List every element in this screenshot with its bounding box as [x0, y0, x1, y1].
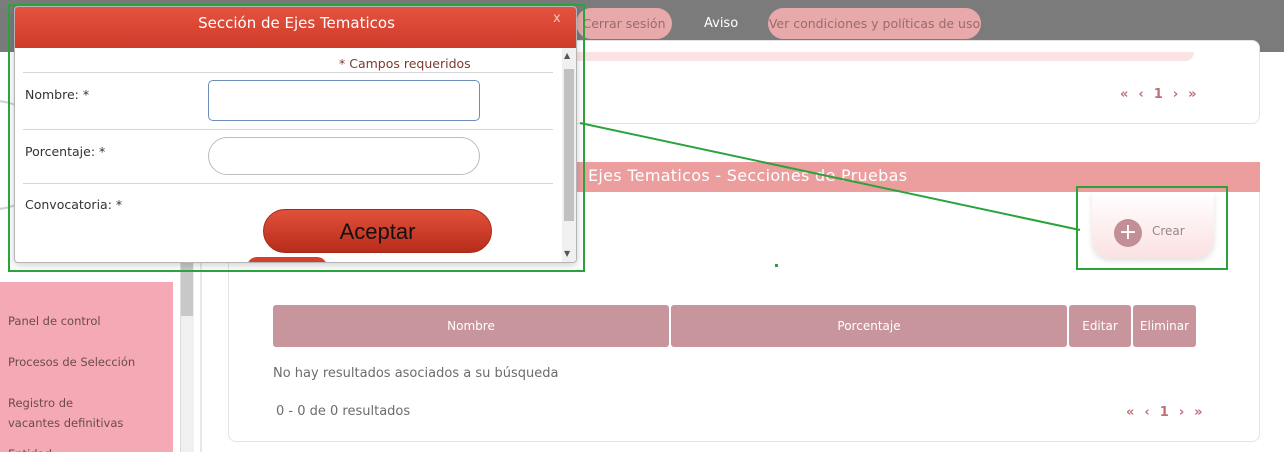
annotation-box-create [1076, 186, 1228, 270]
annotation-box-modal [8, 4, 585, 272]
annotation-dot [775, 264, 778, 267]
